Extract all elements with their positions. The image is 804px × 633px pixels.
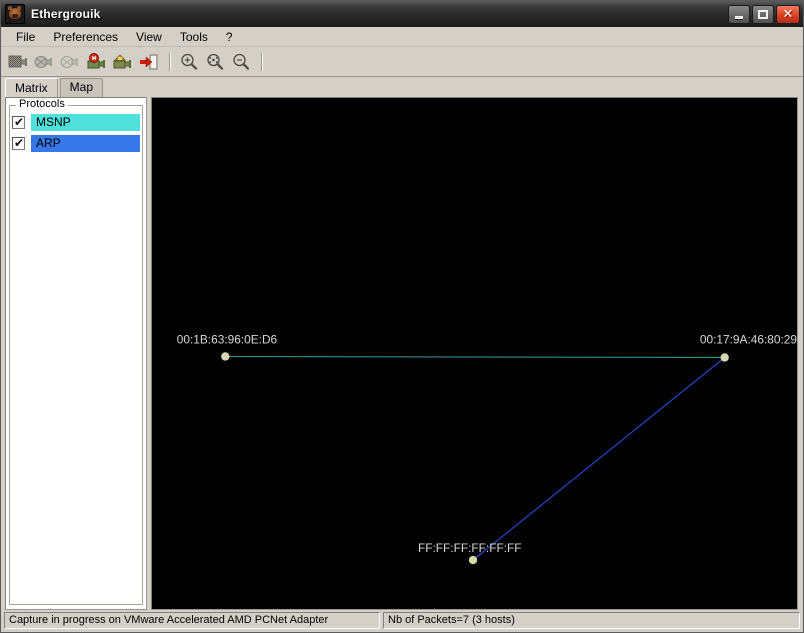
tab-matrix[interactable]: Matrix — [5, 78, 58, 98]
graph-node-labels: 00:1B:63:96:0E:D6 00:17:9A:46:80:29 FF:FF:… — [177, 332, 797, 555]
zoom-in-icon — [181, 53, 198, 70]
capture-pause-icon — [60, 55, 78, 68]
main-content: Protocols ✔ MSNP ✔ ARP 00:1B:63:96:0E:D6… — [1, 97, 803, 610]
protocol-list: ✔ MSNP ✔ ARP — [12, 114, 140, 156]
minimize-icon — [735, 16, 743, 19]
graph-node[interactable] — [720, 353, 729, 362]
protocols-groupbox: Protocols ✔ MSNP ✔ ARP — [9, 99, 143, 605]
status-packets-text: Nb of Packets=7 (3 hosts) — [383, 612, 800, 629]
title-bar: Ethergrouik ✕ — [1, 1, 803, 27]
network-graph-canvas[interactable]: 00:1B:63:96:0E:D6 00:17:9A:46:80:29 FF:FF:… — [151, 97, 798, 610]
window-title: Ethergrouik — [31, 7, 101, 21]
list-item[interactable]: ✔ ARP — [12, 135, 140, 152]
menu-item-preferences[interactable]: Preferences — [44, 28, 127, 46]
list-item[interactable]: ✔ MSNP — [12, 114, 140, 131]
menu-item-view[interactable]: View — [127, 28, 171, 46]
maximize-icon — [758, 9, 768, 19]
protocols-panel: Protocols ✔ MSNP ✔ ARP — [5, 97, 147, 610]
close-icon: ✕ — [782, 6, 794, 22]
graph-nodes — [221, 352, 729, 565]
protocol-checkbox-arp[interactable]: ✔ — [12, 137, 25, 150]
network-graph-svg: 00:1B:63:96:0E:D6 00:17:9A:46:80:29 FF:FF:… — [177, 332, 797, 565]
status-bar: Capture in progress on VMware Accelerate… — [1, 610, 803, 632]
menu-item-file[interactable]: File — [7, 28, 44, 46]
status-capture-text: Capture in progress on VMware Accelerate… — [4, 612, 380, 629]
menu-item-help[interactable]: ? — [217, 28, 242, 46]
graph-edge — [473, 357, 725, 560]
tab-strip: Matrix Map — [1, 77, 803, 98]
graph-node[interactable] — [221, 352, 230, 361]
boar-icon — [5, 4, 25, 24]
maximize-button[interactable] — [752, 4, 774, 24]
minimize-button[interactable] — [728, 4, 750, 24]
toolbar-separator-2 — [261, 52, 263, 71]
check-icon: ✔ — [14, 115, 25, 129]
close-button[interactable]: ✕ — [776, 4, 800, 24]
zoom-out-button[interactable] — [229, 50, 253, 74]
zoom-fit-icon — [207, 53, 224, 70]
capture-record-button[interactable] — [85, 50, 109, 74]
tool-bar — [1, 47, 803, 77]
graph-node-label: 00:17:9A:46:80:29 — [700, 332, 797, 346]
application-window: Ethergrouik ✕ File Preferences View Tool… — [0, 0, 804, 633]
window-controls: ✕ — [728, 4, 800, 24]
zoom-out-icon — [233, 53, 250, 70]
graph-edge — [225, 356, 724, 357]
protocol-checkbox-msnp[interactable]: ✔ — [12, 116, 25, 129]
capture-stop-button[interactable] — [33, 50, 57, 74]
capture-stop-icon — [34, 55, 52, 68]
graph-edges — [225, 356, 724, 560]
check-icon: ✔ — [14, 136, 25, 150]
capture-pause-button[interactable] — [59, 50, 83, 74]
graph-node-label: FF:FF:FF:FF:FF:FF — [418, 541, 522, 555]
capture-open-button[interactable] — [111, 50, 135, 74]
toolbar-separator-1 — [169, 52, 171, 71]
protocol-label-msnp: MSNP — [31, 114, 140, 131]
capture-start-icon — [8, 55, 27, 67]
graph-node-label: 00:1B:63:96:0E:D6 — [177, 332, 278, 346]
capture-open-icon — [113, 53, 131, 68]
tab-map[interactable]: Map — [59, 78, 104, 97]
exit-icon — [140, 54, 158, 69]
zoom-in-button[interactable] — [177, 50, 201, 74]
menu-bar: File Preferences View Tools ? — [1, 27, 803, 47]
capture-start-button[interactable] — [7, 50, 31, 74]
zoom-fit-button[interactable] — [203, 50, 227, 74]
exit-button[interactable] — [137, 50, 161, 74]
protocols-group-label: Protocols — [16, 99, 68, 110]
protocol-label-arp: ARP — [31, 135, 140, 152]
capture-record-icon — [87, 52, 105, 68]
menu-item-tools[interactable]: Tools — [171, 28, 217, 46]
graph-node[interactable] — [468, 555, 478, 565]
